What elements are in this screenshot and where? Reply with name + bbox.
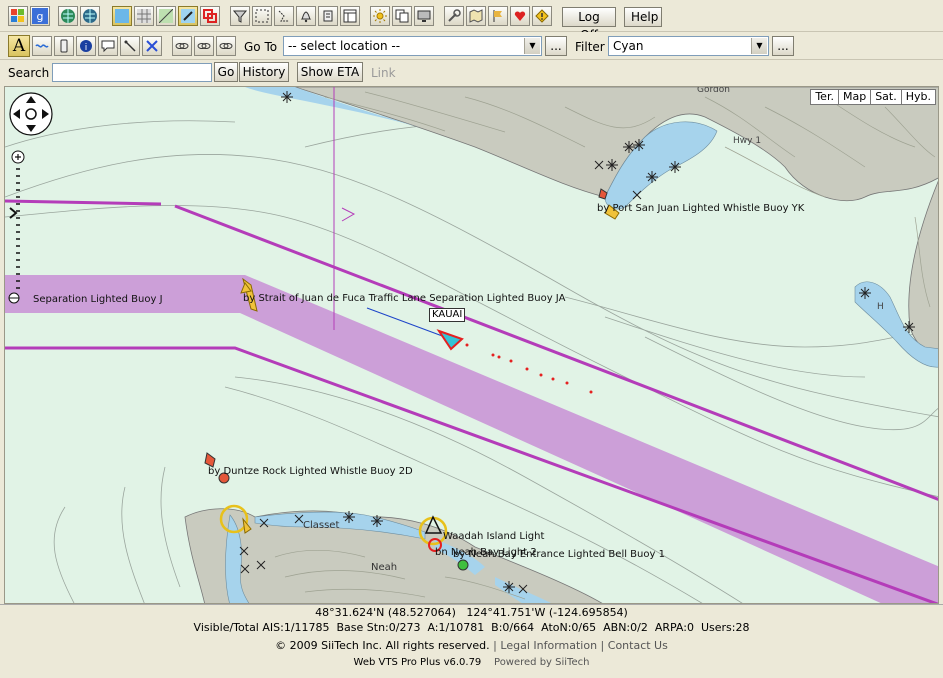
map-edit-icon[interactable] bbox=[466, 6, 486, 26]
log-off-button[interactable]: Log Off bbox=[562, 7, 616, 42]
search-input[interactable] bbox=[52, 63, 212, 82]
goto-select-value: -- select location -- bbox=[288, 39, 401, 53]
legal-information-link[interactable]: Legal Information bbox=[500, 639, 597, 652]
version-line: Web VTS Pro Plus v6.0.79 Powered by SiiT… bbox=[0, 655, 943, 671]
sun-icon[interactable] bbox=[370, 6, 390, 26]
version-text: Web VTS Pro Plus v6.0.79 bbox=[353, 657, 482, 668]
ais-statistics: Visible/Total AIS:1/11785 Base Stn:0/273… bbox=[193, 621, 750, 634]
cross-icon[interactable] bbox=[142, 36, 162, 56]
goto-select[interactable]: -- select location -- ▼ bbox=[283, 36, 542, 56]
footer-links: © 2009 SiiTech Inc. All rights reserved.… bbox=[0, 638, 943, 654]
phone-icon[interactable] bbox=[54, 36, 74, 56]
wave-cursor-icon[interactable] bbox=[32, 36, 52, 56]
search-label: Search bbox=[8, 66, 50, 80]
layer-red-icon[interactable] bbox=[200, 6, 220, 26]
show-eta-button[interactable]: Show ETA bbox=[297, 62, 363, 82]
chart-map[interactable]: Ter. Map Sat. Hyb. Separation Lighted Bu… bbox=[4, 86, 939, 604]
text-mode-icon[interactable]: A bbox=[8, 35, 30, 57]
contact-us-link[interactable]: Contact Us bbox=[608, 639, 668, 652]
info-icon[interactable]: i bbox=[76, 36, 96, 56]
cursor-coordinates: 48°31.624'N (48.527064) 124°41.751'W (-1… bbox=[0, 604, 943, 621]
link-2-icon[interactable] bbox=[194, 36, 214, 56]
layer-vessel-icon[interactable] bbox=[178, 6, 198, 26]
copyright-text: © 2009 SiiTech Inc. All rights reserved. bbox=[275, 639, 490, 652]
route-icon[interactable] bbox=[274, 6, 294, 26]
windows-logo-icon[interactable] bbox=[8, 6, 28, 26]
svg-text:i: i bbox=[85, 43, 88, 53]
map-type-map[interactable]: Map bbox=[837, 89, 872, 105]
map-type-hybrid[interactable]: Hyb. bbox=[900, 89, 936, 105]
map-canvas bbox=[5, 87, 938, 603]
link-3-icon[interactable] bbox=[216, 36, 236, 56]
filter-select-value: Cyan bbox=[613, 39, 644, 53]
zoom-control bbox=[9, 150, 25, 289]
filter-more-button[interactable]: ... bbox=[772, 36, 794, 56]
link-label[interactable]: Link bbox=[371, 65, 396, 81]
google-icon[interactable]: g bbox=[30, 6, 50, 26]
chevron-down-icon: ▼ bbox=[751, 38, 767, 54]
map-type-satellite[interactable]: Sat. bbox=[870, 89, 902, 105]
monitor-icon[interactable] bbox=[414, 6, 434, 26]
alarm-icon[interactable] bbox=[318, 6, 338, 26]
filter-icon[interactable] bbox=[230, 6, 250, 26]
history-button[interactable]: History bbox=[239, 62, 289, 82]
layer-grid-icon[interactable] bbox=[134, 6, 154, 26]
measure-icon[interactable] bbox=[120, 36, 140, 56]
comment-icon[interactable] bbox=[98, 36, 118, 56]
footer-separator: | bbox=[600, 639, 605, 652]
filter-select[interactable]: Cyan ▼ bbox=[608, 36, 769, 56]
powered-by-link[interactable]: Powered by SiiTech bbox=[494, 657, 589, 668]
waadah-light-label[interactable]: Waadah Island Light bbox=[443, 531, 544, 543]
globe-2-icon[interactable] bbox=[80, 6, 100, 26]
search-bar: Search Go History Show ETA Link bbox=[0, 60, 943, 85]
search-go-button[interactable]: Go bbox=[214, 62, 238, 82]
buoy-2d-label[interactable]: by Duntze Rock Lighted Whistle Buoy 2D bbox=[208, 466, 413, 478]
bell-icon[interactable] bbox=[296, 6, 316, 26]
map-type-terrain[interactable]: Ter. bbox=[810, 89, 839, 105]
gordon-label: Gordon bbox=[697, 86, 730, 95]
heart-pin-icon[interactable] bbox=[510, 6, 530, 26]
layer-water-icon[interactable] bbox=[112, 6, 132, 26]
road-label: Hwy 1 bbox=[733, 136, 762, 146]
clallam-label: Classet bbox=[303, 520, 340, 531]
chevron-down-icon: ▼ bbox=[524, 38, 540, 54]
tools-icon[interactable] bbox=[444, 6, 464, 26]
map-type-switcher: Ter. Map Sat. Hyb. bbox=[810, 89, 936, 105]
vessel-name-tag[interactable]: KAUAI bbox=[429, 308, 466, 322]
select-area-icon[interactable] bbox=[252, 6, 272, 26]
buoy-j-label[interactable]: Separation Lighted Buoy J bbox=[33, 294, 163, 306]
filter-label: Filter bbox=[575, 40, 605, 54]
bell-buoy-label[interactable]: by Neah Bay Entrance Lighted Bell Buoy 1 bbox=[453, 549, 665, 561]
svg-text:g: g bbox=[37, 10, 44, 23]
link-1-icon[interactable] bbox=[172, 36, 192, 56]
pan-control bbox=[9, 92, 53, 136]
goto-label: Go To bbox=[244, 40, 278, 54]
globe-1-icon[interactable] bbox=[58, 6, 78, 26]
panel-icon[interactable] bbox=[340, 6, 360, 26]
layer-chart-icon[interactable] bbox=[156, 6, 176, 26]
warning-icon[interactable] bbox=[532, 6, 552, 26]
vessel-kauai-icon bbox=[436, 329, 464, 351]
copy-icon[interactable] bbox=[392, 6, 412, 26]
help-button[interactable]: Help bbox=[624, 7, 662, 27]
neah-label: Neah bbox=[371, 562, 398, 573]
goto-more-button[interactable]: ... bbox=[545, 36, 567, 56]
h-label: H bbox=[877, 302, 884, 312]
main-toolbar: g Log Help bbox=[0, 0, 943, 42]
buoy-ja-label[interactable]: by Strait of Juan de Fuca Traffic Lane S… bbox=[243, 293, 565, 305]
flag-icon[interactable] bbox=[488, 6, 508, 26]
footer-separator: | bbox=[493, 639, 497, 652]
secondary-toolbar: A i Go To -- select location -- ▼ ... Fi… bbox=[0, 32, 943, 60]
buoy-yk-label[interactable]: by Port San Juan Lighted Whistle Buoy YK bbox=[597, 203, 804, 215]
